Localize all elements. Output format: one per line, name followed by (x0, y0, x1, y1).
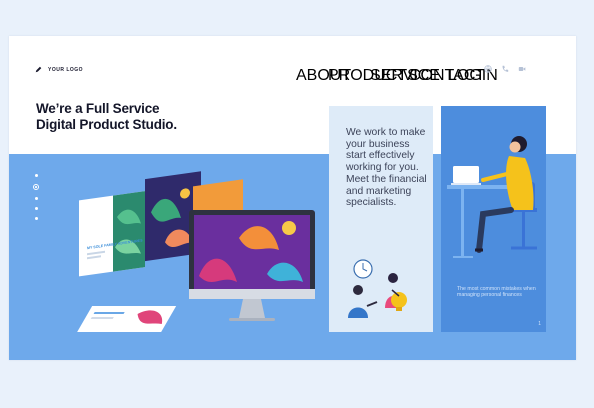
web-page-card: MY SOLE FAMILY ADVENTURES (79, 191, 145, 277)
slider-dots (33, 174, 39, 220)
slider-dot[interactable] (34, 174, 38, 177)
logo-text: YOUR LOGO (48, 66, 84, 73)
card-page-number: 1 (538, 321, 541, 327)
slider-dot-active[interactable] (33, 184, 39, 190)
lying-page (77, 306, 177, 332)
headline-line-1: We’re a Full Service (36, 101, 160, 116)
top-navigation: YOUR LOGO ABOUT PRODUCTS SERVICE CONTACT… (9, 36, 576, 106)
woman-laptop-illustration (447, 136, 537, 258)
logo[interactable]: YOUR LOGO (35, 66, 83, 73)
slider-dot[interactable] (34, 207, 38, 210)
landing-page-frame: YOUR LOGO ABOUT PRODUCTS SERVICE CONTACT… (9, 36, 576, 360)
card-caption: The most common mistakes when managing p… (457, 286, 536, 299)
video-icon[interactable] (518, 65, 526, 73)
headline-line-2: Digital Product Studio. (36, 117, 177, 132)
info-card-blue: The most common mistakes when managing p… (441, 106, 546, 332)
team-illustration (348, 259, 407, 318)
monitor (189, 210, 315, 321)
hero-headline: We’re a Full Service Digital Product Stu… (36, 101, 177, 133)
info-card-light: We work to make your business start effe… (329, 106, 433, 332)
slider-dot[interactable] (34, 217, 38, 220)
globe-icon[interactable] (484, 65, 492, 73)
devices-illustration: MY SOLE FAMILY ADVENTURES (77, 171, 315, 332)
phone-icon[interactable] (501, 65, 509, 73)
slider-dot[interactable] (34, 197, 38, 200)
card-body-text: We work to make your business start effe… (346, 127, 427, 209)
pencil-icon (35, 66, 42, 73)
